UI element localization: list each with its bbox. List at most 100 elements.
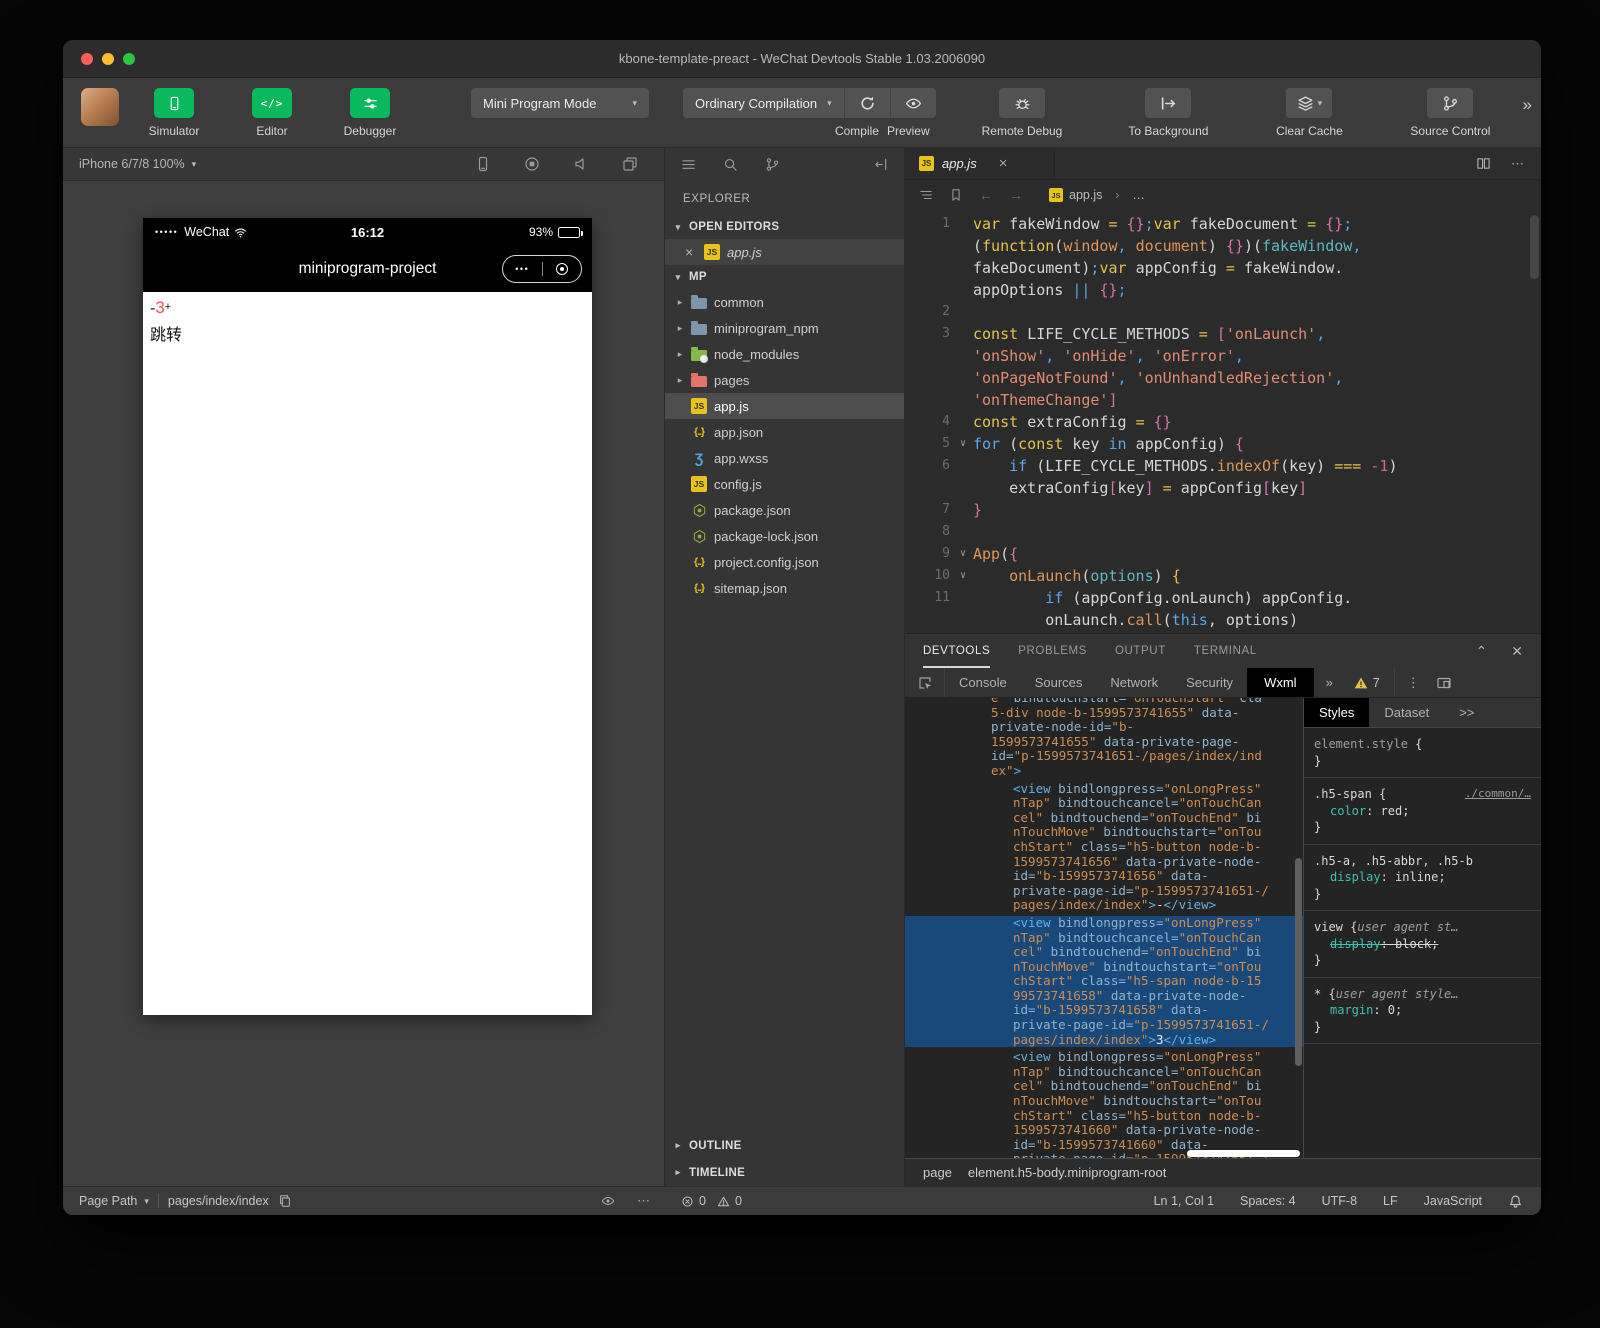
stylesheet-link[interactable]: ./common/… <box>1465 786 1531 803</box>
tree-item-package-lock.json[interactable]: package-lock.json <box>665 523 904 549</box>
wxml-line-27[interactable]: nTouchMove" bindtouchstart="onTou <box>905 1094 1303 1109</box>
wxml-vertical-scrollbar[interactable] <box>1295 858 1302 1066</box>
bookmark-icon[interactable] <box>949 188 963 202</box>
device-toolbar-icon[interactable] <box>1432 668 1466 697</box>
tree-item-sitemap.json[interactable]: {..}sitemap.json <box>665 575 904 601</box>
wxml-line-28[interactable]: chStart" class="h5-button node-b- <box>905 1109 1303 1124</box>
tree-item-package.json[interactable]: package.json <box>665 497 904 523</box>
record-icon[interactable] <box>524 156 540 172</box>
tree-item-app.wxss[interactable]: Ʒapp.wxss <box>665 445 904 471</box>
panel-tab-terminal[interactable]: TERMINAL <box>1194 634 1257 668</box>
toolbar-source-control-button[interactable]: Source Control <box>1410 88 1490 138</box>
fold-icon[interactable]: ∨ <box>953 565 973 587</box>
style-rule-0[interactable]: element.style {} <box>1304 728 1541 778</box>
breadcrumb[interactable]: JS app.js › … <box>1049 188 1145 202</box>
inspector-tab-sources[interactable]: Sources <box>1021 668 1097 697</box>
status-item-ln-1-col-1[interactable]: Ln 1, Col 1 <box>1154 1194 1214 1208</box>
warnings-badge[interactable]: 7 <box>1344 668 1390 697</box>
status-item-spaces-4[interactable]: Spaces: 4 <box>1240 1194 1296 1208</box>
toolbar-editor-button[interactable]: </>Editor <box>241 88 303 138</box>
style-rule-4[interactable]: * {user agent style…margin: 0;} <box>1304 978 1541 1045</box>
wxml-line-9[interactable]: nTouchMove" bindtouchstart="onTou <box>905 825 1303 840</box>
wxml-line-20[interactable]: 99573741658" data-private-node- <box>905 989 1303 1004</box>
wxml-line-11[interactable]: 1599573741656" data-private-node- <box>905 855 1303 870</box>
wxml-line-2[interactable]: private-node-id="b- <box>905 720 1303 735</box>
styles-tab-[interactable]: >> <box>1444 698 1489 727</box>
wxml-line-25[interactable]: nTap" bindtouchcancel="onTouchCan <box>905 1065 1303 1080</box>
file-list-icon[interactable] <box>681 157 696 172</box>
plus-button[interactable]: + <box>165 301 171 313</box>
compile-button[interactable] <box>844 88 890 118</box>
breadcrumb-element[interactable]: element.h5-body.miniprogram-root <box>968 1165 1166 1180</box>
notifications-icon[interactable] <box>1508 1194 1523 1209</box>
mode-dropdown[interactable]: Mini Program Mode ▾ <box>471 88 649 118</box>
styles-tab-styles[interactable]: Styles <box>1304 698 1369 727</box>
wxml-line-12[interactable]: id="b-1599573741656" data- <box>905 869 1303 884</box>
tree-item-pages[interactable]: ▸pages <box>665 367 904 393</box>
toolbar-remote-debug-button[interactable]: Remote Debug <box>982 88 1063 138</box>
outline-icon[interactable] <box>919 188 933 202</box>
problems-summary[interactable]: 0 0 <box>665 1194 905 1208</box>
toolbar-to-background-button[interactable]: To Background <box>1128 88 1208 138</box>
wxml-line-15[interactable]: <view bindlongpress="onLongPress" <box>905 916 1303 931</box>
tree-item-app.json[interactable]: {..}app.json <box>665 419 904 445</box>
tree-item-miniprogram_npm[interactable]: ▸miniprogram_npm <box>665 315 904 341</box>
close-tab-icon[interactable]: × <box>999 155 1008 172</box>
panel-tab-devtools[interactable]: DEVTOOLS <box>923 634 990 668</box>
close-panel-icon[interactable]: ✕ <box>1511 643 1523 660</box>
open-editors-header[interactable]: ▾ OPEN EDITORS <box>665 215 904 239</box>
breadcrumb-page[interactable]: page <box>923 1165 952 1180</box>
style-rule-1[interactable]: ./common/….h5-span {color: red;} <box>1304 778 1541 845</box>
device-selector[interactable]: iPhone 6/7/8 100% ▾ <box>79 157 196 171</box>
wxml-line-24[interactable]: <view bindlongpress="onLongPress" <box>905 1050 1303 1065</box>
styles-tab-dataset[interactable]: Dataset <box>1369 698 1444 727</box>
tree-item-node_modules[interactable]: ▸node_modules <box>665 341 904 367</box>
zoom-window-button[interactable] <box>123 53 135 65</box>
wxml-line-26[interactable]: cel" bindtouchend="onTouchEnd" bi <box>905 1079 1303 1094</box>
editor-more-icon[interactable]: ⋯ <box>1511 156 1525 172</box>
search-icon[interactable] <box>723 157 738 172</box>
detach-window-icon[interactable] <box>622 156 638 172</box>
wxml-line-19[interactable]: chStart" class="h5-span node-b-15 <box>905 974 1303 989</box>
wxml-line-22[interactable]: private-page-id="p-1599573741651-/ <box>905 1018 1303 1033</box>
fold-icon[interactable]: ∨ <box>953 543 973 565</box>
wxml-line-6[interactable]: <view bindlongpress="onLongPress" <box>905 782 1303 797</box>
code-editor[interactable]: 1var fakeWindow = {};var fakeDocument = … <box>905 210 1541 633</box>
jump-link[interactable]: 跳转 <box>150 321 585 345</box>
toolbar-more-button[interactable]: » <box>1522 95 1530 115</box>
wxml-line-23[interactable]: pages/index/index">3</view> <box>905 1033 1303 1048</box>
preview-button[interactable] <box>890 88 936 118</box>
close-window-button[interactable] <box>81 53 93 65</box>
open-editor-item-app.js[interactable]: ×JSapp.js <box>665 239 904 265</box>
status-item-utf-8[interactable]: UTF-8 <box>1322 1194 1357 1208</box>
phone-screen[interactable]: ••••• WeChat 16:12 93% miniprogram-proje… <box>143 218 592 1015</box>
inspector-tab-network[interactable]: Network <box>1096 668 1172 697</box>
tree-item-project.config.json[interactable]: {..}project.config.json <box>665 549 904 575</box>
wxml-line-16[interactable]: nTap" bindtouchcancel="onTouchCan <box>905 931 1303 946</box>
style-rule-3[interactable]: view {user agent st…display: block;} <box>1304 911 1541 978</box>
wxml-line-5[interactable]: ex"> <box>905 764 1303 779</box>
wxml-line-10[interactable]: chStart" class="h5-button node-b- <box>905 840 1303 855</box>
wxml-line-21[interactable]: id="b-1599573741658" data- <box>905 1003 1303 1018</box>
wxml-line-4[interactable]: id="p-1599573741651-/pages/index/ind <box>905 749 1303 764</box>
devtools-menu-icon[interactable]: ⋮ <box>1394 668 1432 697</box>
section-outline[interactable]: ▸OUTLINE <box>665 1132 904 1159</box>
panel-tab-output[interactable]: OUTPUT <box>1115 634 1166 668</box>
toolbar-simulator-button[interactable]: Simulator <box>143 88 205 138</box>
wxml-tree[interactable]: e" bindtouchstart="onTouchStart" cla5-di… <box>905 698 1303 1158</box>
wxml-line-7[interactable]: nTap" bindtouchcancel="onTouchCan <box>905 796 1303 811</box>
wxml-horizontal-scrollbar[interactable] <box>1187 1150 1300 1157</box>
tab-appjs[interactable]: JS app.js × <box>905 148 1055 179</box>
collapse-panel-icon[interactable]: ⌃ <box>1476 643 1488 660</box>
toolbar-debugger-button[interactable]: Debugger <box>339 88 401 138</box>
wxml-line-29[interactable]: 1599573741660" data-private-node- <box>905 1123 1303 1138</box>
section-timeline[interactable]: ▸TIMELINE <box>665 1159 904 1186</box>
avatar[interactable] <box>81 88 119 126</box>
inspector-tab-console[interactable]: Console <box>945 668 1021 697</box>
more-tabs-button[interactable]: » <box>1314 668 1344 697</box>
wxml-line-18[interactable]: nTouchMove" bindtouchstart="onTou <box>905 960 1303 975</box>
status-item-lf[interactable]: LF <box>1383 1194 1398 1208</box>
wxml-line-17[interactable]: cel" bindtouchend="onTouchEnd" bi <box>905 945 1303 960</box>
wxml-line-14[interactable]: pages/index/index">-</view> <box>905 898 1303 913</box>
minimize-window-button[interactable] <box>102 53 114 65</box>
